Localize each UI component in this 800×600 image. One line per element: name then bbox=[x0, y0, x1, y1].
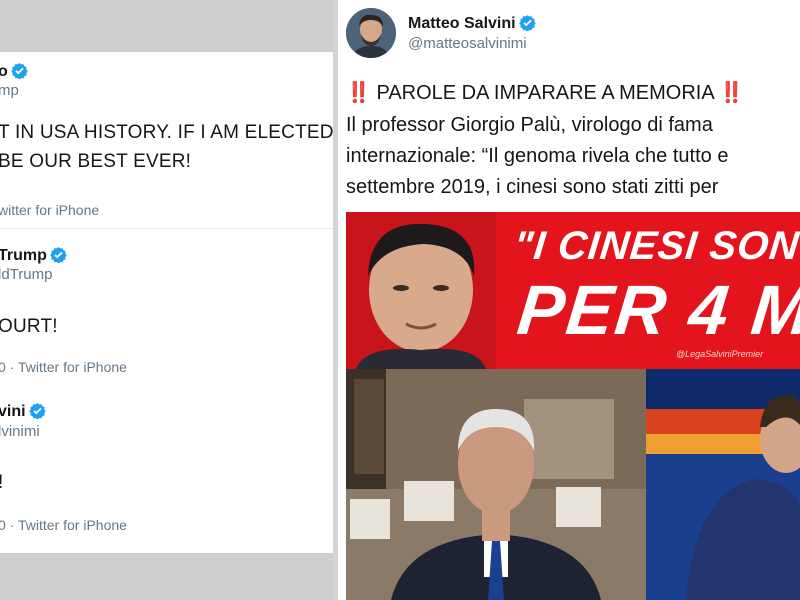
verified-badge-icon bbox=[11, 63, 28, 79]
tweet3-meta: 0 · Twitter for iPhone bbox=[0, 517, 127, 533]
tweet3-meta-prefix: 0 · bbox=[0, 517, 15, 533]
video-left-scene bbox=[346, 369, 646, 600]
tweet1-handle[interactable]: mp bbox=[0, 82, 19, 99]
banner-credit: @LegaSalviniPremier bbox=[676, 349, 764, 359]
tweet-text-line3: internazionale: “Il genoma rivela che tu… bbox=[346, 145, 729, 167]
portrait-photo bbox=[346, 212, 496, 369]
tweet2-author-name[interactable]: Trump bbox=[0, 246, 67, 265]
author-name-text: Matteo Salvini bbox=[408, 15, 516, 32]
avatar[interactable] bbox=[346, 8, 396, 58]
tweet2-handle[interactable]: ldTrump bbox=[0, 266, 52, 283]
double-exclamation-icon: ‼️ bbox=[346, 82, 371, 104]
avatar-portrait bbox=[346, 8, 396, 58]
verified-badge-icon bbox=[50, 247, 67, 263]
tweet-text-line1: ‼️ PAROLE DA IMPARARE A MEMORIA ‼️ bbox=[346, 80, 744, 105]
tweet3-text: ! bbox=[0, 472, 3, 494]
tweet-media[interactable]: "I CINESI SONO STA PER 4 ME @LegaSalvini… bbox=[346, 212, 800, 600]
tweet3-author-name[interactable]: vini bbox=[0, 402, 46, 421]
tweet2-source-link[interactable]: Twitter for iPhone bbox=[18, 359, 127, 375]
verified-badge-icon bbox=[518, 15, 536, 31]
interview-scene bbox=[346, 369, 646, 600]
double-exclamation-icon: ‼️ bbox=[719, 82, 745, 104]
tweet1-text-line1: T IN USA HISTORY. IF I AM ELECTED, bbox=[0, 122, 333, 143]
video-right-scene bbox=[646, 369, 800, 600]
tweet1-author-name[interactable]: o bbox=[0, 62, 28, 81]
tweet-text-line4: settembre 2019, i cinesi sono stati zitt… bbox=[346, 176, 719, 198]
tweet1-text-line2: BE OUR BEST EVER! bbox=[0, 151, 192, 172]
tweet3-source-link[interactable]: Twitter for iPhone bbox=[18, 517, 127, 533]
tweet-text-line2: Il professor Giorgio Palù, virologo di f… bbox=[346, 114, 713, 136]
banner-headline-line1: "I CINESI SONO STA bbox=[511, 224, 800, 268]
background-top bbox=[0, 0, 333, 52]
tweet1-source[interactable]: witter for iPhone bbox=[0, 202, 99, 218]
tweet-headline-text: PAROLE DA IMPARARE A MEMORIA bbox=[370, 82, 720, 104]
tweet3-handle[interactable]: lvinimi bbox=[0, 423, 40, 440]
media-banner: "I CINESI SONO STA PER 4 ME @LegaSalvini… bbox=[346, 212, 800, 369]
studio-scene bbox=[646, 369, 800, 600]
tweet3-name-text: vini bbox=[0, 403, 26, 420]
tweet2-name-text: Trump bbox=[0, 247, 47, 264]
tweet2-meta: 0 · Twitter for iPhone bbox=[0, 359, 127, 375]
video-frame bbox=[346, 369, 800, 600]
main-tweet: Matteo Salvini @matteosalvinimi ‼️ PAROL… bbox=[338, 0, 800, 600]
background-bottom bbox=[0, 553, 333, 600]
portrait-illustration bbox=[346, 212, 496, 369]
tweet2-meta-prefix: 0 · bbox=[0, 359, 15, 375]
left-tweets-panel: o mp T IN USA HISTORY. IF I AM ELECTED, … bbox=[0, 52, 333, 553]
tweet1-name-text: o bbox=[0, 63, 8, 80]
tweet2-text: OURT! bbox=[0, 316, 58, 337]
banner-headline-line2: PER 4 ME bbox=[513, 271, 800, 349]
author-handle[interactable]: @matteosalvinimi bbox=[408, 35, 527, 52]
author-name[interactable]: Matteo Salvini bbox=[408, 14, 536, 33]
tweet-separator bbox=[0, 228, 333, 229]
verified-badge-icon bbox=[28, 403, 46, 419]
